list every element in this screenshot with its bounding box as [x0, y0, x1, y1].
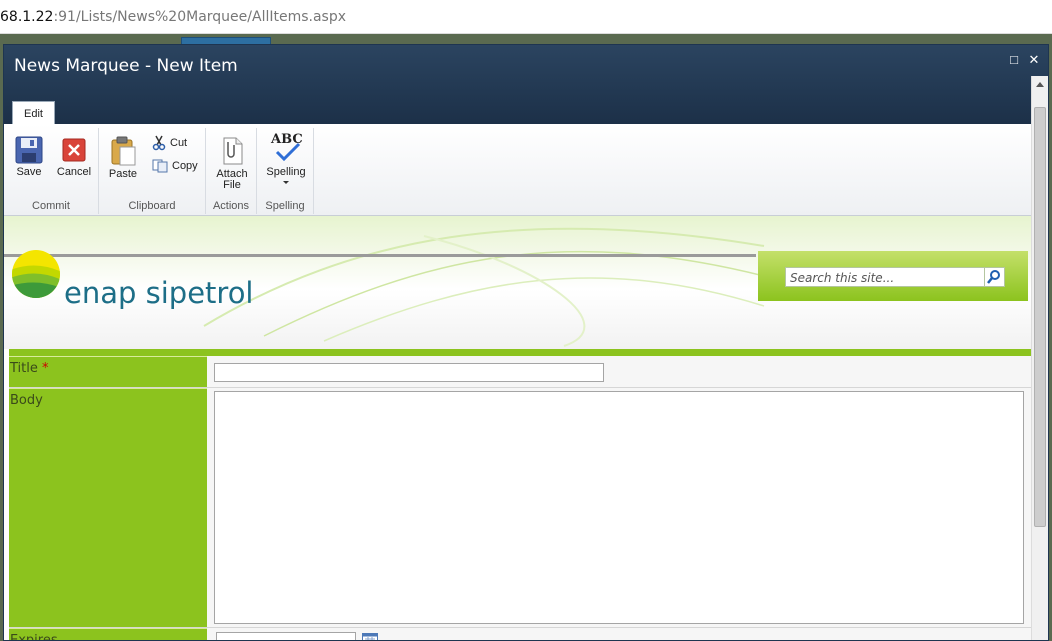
scrollbar-thumb[interactable] [1034, 107, 1046, 527]
cancel-icon [62, 138, 86, 162]
expires-value-cell [207, 628, 1031, 641]
ribbon-group-spelling: ABC Spelling Spelling [257, 128, 314, 214]
ribbon-group-clipboard: Paste Cut Copy Clipboard [99, 128, 206, 214]
paste-icon [111, 136, 136, 166]
cut-label: Cut [170, 136, 188, 149]
ribbon-group-commit: Save Cancel Commit [4, 128, 99, 214]
body-value-cell [207, 388, 1031, 627]
attach-file-button[interactable]: Attach File [212, 136, 252, 191]
spelling-label: Spelling [266, 166, 306, 178]
spelling-group-label: Spelling [265, 200, 305, 212]
address-url[interactable]: 68.1.22:91/Lists/News%20Marquee/AllItems… [0, 9, 346, 25]
copy-label: Copy [172, 159, 198, 172]
spelling-icon: ABC [269, 132, 303, 164]
banner-divider [4, 254, 756, 257]
brand-logo-icon [12, 250, 60, 298]
attach-file-label-2: File [223, 179, 241, 191]
search-button[interactable] [985, 267, 1005, 287]
brand-name: enap sipetrol [64, 276, 254, 310]
actions-group-label: Actions [212, 200, 250, 212]
new-item-dialog: News Marquee - New Item □ ✕ Edit Save Ca… [3, 44, 1049, 641]
body-label: Body [9, 388, 207, 627]
spelling-button[interactable]: ABC Spelling [261, 132, 311, 184]
ribbon-group-actions: Attach File Actions [206, 128, 257, 214]
required-mark: * [42, 361, 49, 376]
url-host: 68.1.22 [0, 9, 54, 25]
save-label: Save [16, 166, 42, 178]
copy-button[interactable]: Copy [152, 159, 198, 173]
paste-label: Paste [108, 168, 138, 180]
body-textarea[interactable] [214, 391, 1024, 624]
tab-edit[interactable]: Edit [12, 101, 55, 125]
accent-bar [9, 349, 1031, 356]
save-icon [15, 136, 43, 164]
url-path: :91/Lists/News%20Marquee/AllItems.aspx [53, 9, 347, 25]
ribbon: Save Cancel Commit Paste Cut Copy Clipbo… [4, 124, 1031, 216]
expires-date-input[interactable] [216, 632, 356, 640]
dialog-title: News Marquee - New Item [14, 56, 238, 76]
new-item-form: Title * Body Expires [9, 356, 1031, 641]
close-icon[interactable]: ✕ [1027, 53, 1041, 67]
title-label: Title * [9, 356, 207, 387]
site-banner: enap sipetrol Search this site... [4, 216, 1031, 349]
vertical-scrollbar[interactable] [1031, 76, 1048, 640]
search-band: Search this site... [758, 251, 1028, 301]
form-row-body: Body [9, 388, 1031, 628]
attach-file-icon [223, 137, 243, 165]
cut-button[interactable]: Cut [152, 135, 187, 151]
save-button[interactable]: Save [10, 136, 48, 178]
dialog-titlebar: News Marquee - New Item □ ✕ Edit [4, 45, 1048, 125]
cut-icon [152, 135, 166, 151]
chevron-down-icon [283, 181, 289, 184]
cancel-label: Cancel [56, 166, 92, 178]
maximize-icon[interactable]: □ [1007, 53, 1021, 67]
address-bar[interactable]: 68.1.22:91/Lists/News%20Marquee/AllItems… [0, 0, 1052, 34]
commit-group-label: Commit [32, 200, 70, 212]
calendar-icon[interactable] [362, 633, 378, 641]
title-value-cell [207, 356, 1031, 387]
title-label-text: Title [10, 361, 38, 376]
search-input[interactable]: Search this site... [785, 267, 985, 287]
search-icon [987, 270, 1000, 284]
copy-icon [152, 159, 168, 173]
expires-label: Expires [9, 628, 207, 640]
clipboard-group-label: Clipboard [128, 200, 176, 212]
title-input[interactable] [214, 363, 604, 382]
paste-button[interactable]: Paste [105, 136, 141, 180]
form-row-expires: Expires [9, 628, 1031, 641]
cancel-button[interactable]: Cancel [54, 136, 94, 178]
scroll-up-icon[interactable] [1036, 82, 1044, 87]
form-row-title: Title * [9, 356, 1031, 388]
